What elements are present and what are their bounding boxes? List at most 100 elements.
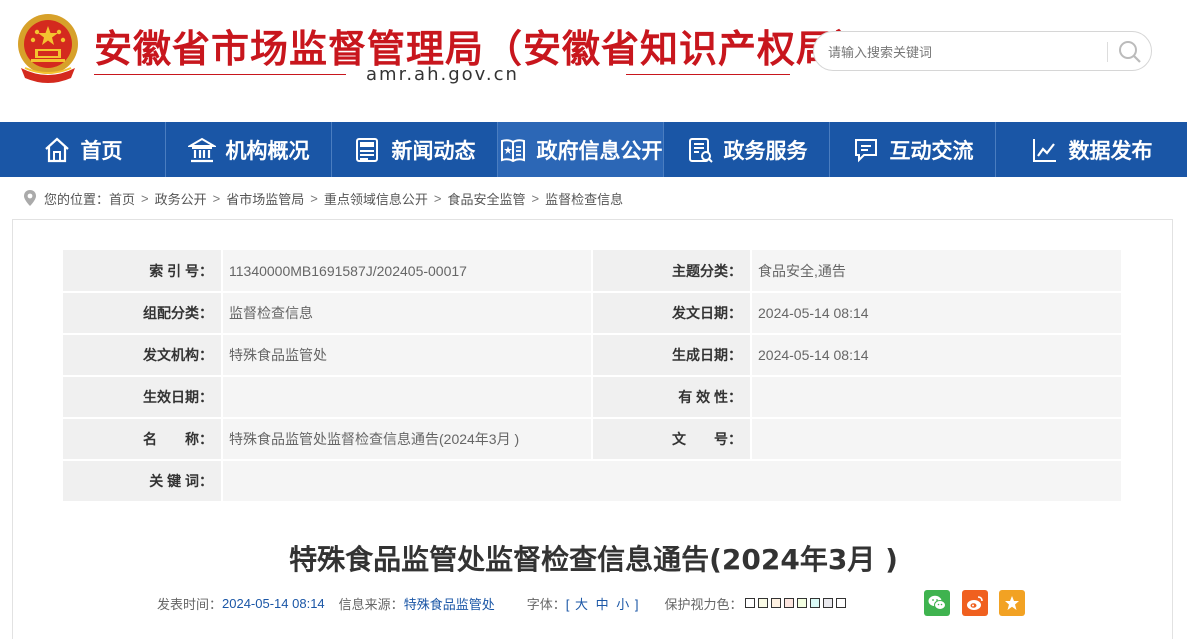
- table-row: 关 键 词：: [63, 460, 1121, 503]
- nav-item-gov-info[interactable]: 政府信息公开: [498, 122, 664, 177]
- font-size-switcher: [ 大 中 小 ]: [566, 594, 639, 613]
- eye-care-swatch[interactable]: [757, 598, 768, 608]
- article-title: 特殊食品监管处监督检查信息通告(2024年3月 ): [289, 543, 898, 576]
- meta-value: 特殊食品监管处: [222, 334, 593, 377]
- chevron-right-icon: >: [531, 190, 540, 206]
- meta-value: [751, 376, 1121, 419]
- nav-item-label: 政务服务: [723, 138, 808, 163]
- bracket: [: [565, 596, 570, 612]
- table-row: 发文机构： 特殊食品监管处 生成日期： 2024-05-14 08:14: [63, 334, 1121, 377]
- document-meta-table: 索 引 号： 11340000MB1691587J/202405-00017 主…: [63, 250, 1121, 503]
- national-emblem-icon: [18, 14, 78, 83]
- bracket: ]: [634, 596, 639, 612]
- nav-item-label: 政府信息公开: [536, 138, 663, 163]
- nav-item-label: 新闻动态: [391, 138, 476, 163]
- breadcrumb: 您的位置： 首页 > 政务公开 > 省市场监管局 > 重点领域信息公开 > 食品…: [22, 186, 623, 210]
- table-row: 生效日期： 有 效 性：: [63, 376, 1121, 419]
- eye-care-swatch[interactable]: [822, 598, 833, 608]
- breadcrumb-prefix: 您的位置：: [44, 191, 110, 207]
- meta-value: 2024-05-14 08:14: [751, 292, 1121, 335]
- location-pin-icon: [24, 190, 36, 206]
- eye-care-swatch[interactable]: [835, 598, 846, 608]
- eye-care-swatch[interactable]: [770, 598, 781, 608]
- nav-item-label: 数据发布: [1068, 138, 1153, 163]
- service-icon: [688, 137, 713, 163]
- chart-icon: [1032, 138, 1056, 162]
- chevron-right-icon: >: [433, 190, 442, 206]
- search-box: [813, 31, 1152, 71]
- home-icon: [44, 137, 69, 162]
- meta-value: 11340000MB1691587J/202405-00017: [222, 250, 593, 293]
- meta-value: 2024-05-14 08:14: [751, 334, 1121, 377]
- meta-value: [222, 460, 1121, 503]
- share-wechat-button[interactable]: [924, 590, 950, 616]
- meta-label: 索 引 号：: [63, 250, 223, 293]
- nav-item-interaction[interactable]: 互动交流: [830, 122, 996, 177]
- meta-label: 名 称：: [63, 418, 223, 461]
- nav-item-services[interactable]: 政务服务: [664, 122, 830, 177]
- font-small-button[interactable]: 小: [616, 597, 629, 612]
- article-info-bar: 发表时间： 2024-05-14 08:14 信息来源： 特殊食品监管处 字体：…: [157, 590, 1057, 616]
- table-row: 名 称： 特殊食品监管处监督检查信息通告(2024年3月 ) 文 号：: [63, 418, 1121, 461]
- nav-item-label: 互动交流: [889, 138, 974, 163]
- eye-care-swatch[interactable]: [783, 598, 794, 608]
- weibo-icon: [967, 596, 983, 610]
- breadcrumb-item-bureau[interactable]: 省市场监管局: [226, 189, 304, 208]
- meta-value: 食品安全,通告: [751, 250, 1121, 293]
- eye-care-swatch[interactable]: [744, 598, 755, 608]
- share-weibo-button[interactable]: [962, 590, 988, 616]
- nav-item-news[interactable]: 新闻动态: [332, 122, 498, 177]
- nav-item-label: 机构概况: [225, 138, 310, 163]
- meta-value: 监督检查信息: [222, 292, 593, 335]
- meta-value: 特殊食品监管处监督检查信息通告(2024年3月 ): [222, 418, 593, 461]
- eye-care-swatch[interactable]: [809, 598, 820, 608]
- breadcrumb-item-home[interactable]: 首页: [109, 189, 135, 208]
- source-label: 信息来源：: [338, 596, 404, 612]
- nav-item-organization[interactable]: 机构概况: [166, 122, 332, 177]
- eye-care-label: 保护视力色：: [664, 596, 743, 612]
- favorite-button[interactable]: [999, 590, 1025, 616]
- building-icon: [187, 137, 216, 162]
- chat-icon: [854, 138, 877, 162]
- search-input[interactable]: [828, 41, 1108, 63]
- font-large-button[interactable]: 大: [575, 597, 588, 612]
- meta-label: 主题分类：: [592, 250, 752, 293]
- breadcrumb-item-key-areas[interactable]: 重点领域信息公开: [324, 189, 428, 208]
- eye-care-swatches: [744, 598, 846, 608]
- breadcrumb-item-inspection[interactable]: 监督检查信息: [545, 189, 623, 208]
- meta-label: 生成日期：: [592, 334, 752, 377]
- publish-time: 2024-05-14 08:14: [222, 595, 325, 611]
- font-size-label: 字体：: [526, 596, 566, 612]
- source-value: 特殊食品监管处: [403, 596, 495, 612]
- meta-label: 发文机构：: [63, 334, 223, 377]
- star-icon: [1005, 596, 1019, 610]
- meta-label: 文 号：: [592, 418, 752, 461]
- divider: [94, 74, 346, 75]
- breadcrumb-item-gov-affairs[interactable]: 政务公开: [155, 189, 207, 208]
- nav-item-home[interactable]: 首页: [0, 122, 166, 177]
- site-domain: amr.ah.gov.cn: [366, 64, 519, 85]
- chevron-right-icon: >: [310, 190, 318, 206]
- meta-label: 组配分类：: [63, 292, 223, 335]
- font-medium-button[interactable]: 中: [596, 597, 609, 612]
- wechat-icon: [928, 595, 946, 610]
- nav-item-data[interactable]: 数据发布: [996, 122, 1187, 177]
- meta-label: 发文日期：: [592, 292, 752, 335]
- chevron-right-icon: >: [212, 190, 221, 206]
- meta-label: 生效日期：: [63, 376, 223, 419]
- breadcrumb-item-food-safety[interactable]: 食品安全监管: [447, 189, 525, 208]
- search-icon[interactable]: [1116, 38, 1144, 66]
- meta-label: 有 效 性：: [592, 376, 752, 419]
- gov-info-icon: [500, 138, 525, 162]
- news-icon: [355, 137, 378, 162]
- publish-time-label: 发表时间：: [157, 596, 223, 612]
- divider: [1107, 42, 1108, 62]
- nav-item-label: 首页: [80, 138, 123, 163]
- meta-value: [222, 376, 593, 419]
- meta-value: [751, 418, 1121, 461]
- table-row: 组配分类： 监督检查信息 发文日期： 2024-05-14 08:14: [63, 292, 1121, 335]
- chevron-right-icon: >: [141, 190, 149, 206]
- site-domain-row: amr.ah.gov.cn: [94, 64, 790, 85]
- meta-label: 关 键 词：: [63, 460, 223, 503]
- eye-care-swatch[interactable]: [796, 598, 807, 608]
